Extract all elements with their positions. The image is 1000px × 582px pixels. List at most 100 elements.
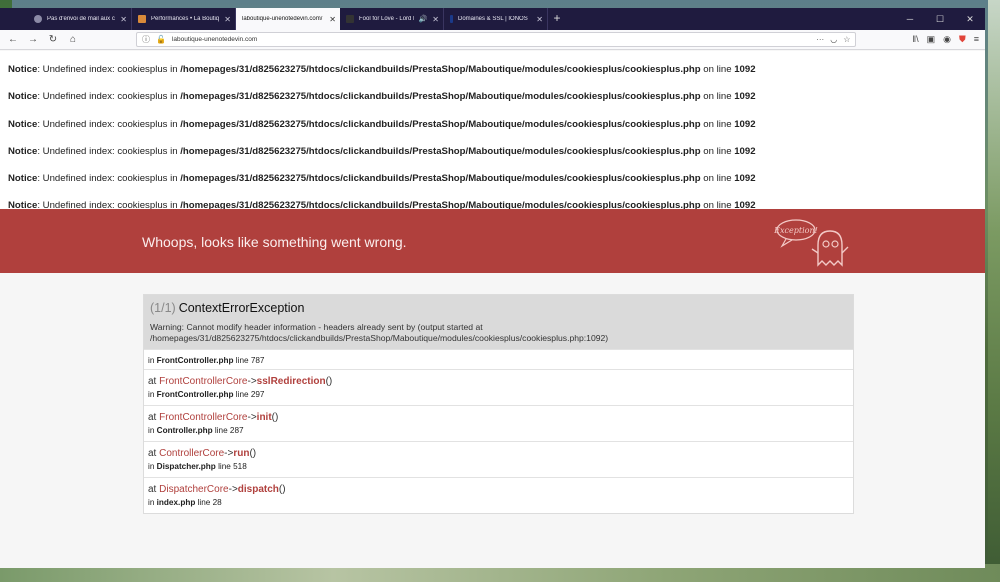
notice-message: : Undefined index: cookiesplus in bbox=[37, 173, 181, 185]
exception-card: (1/1) ContextErrorException Warning: Cann… bbox=[143, 294, 854, 514]
page-actions-icon[interactable]: ··· bbox=[816, 35, 824, 44]
account-icon[interactable]: ◉ bbox=[943, 34, 951, 45]
toolbar-right: ‖\ ▣ ◉ ⛊ ≡ bbox=[912, 34, 979, 45]
tab-close-icon[interactable]: ✕ bbox=[120, 15, 127, 24]
trace-at: at bbox=[148, 448, 160, 459]
exception-ghost-icon: Exception! bbox=[773, 219, 849, 267]
forward-icon[interactable]: → bbox=[26, 34, 40, 45]
notice-label: Notice bbox=[8, 64, 38, 75]
tab-title: Domaines & SSL | IONOS bbox=[458, 16, 528, 22]
trace-parens: () bbox=[278, 484, 286, 495]
trace-class: ControllerCore bbox=[159, 448, 225, 459]
trace-method: init bbox=[256, 412, 272, 423]
notice-on-line: on line bbox=[700, 64, 735, 75]
new-tab-button[interactable]: + bbox=[548, 8, 566, 30]
url-bar[interactable]: ⓘ 🔓 laboutique-unenotedevin.com ··· ◡ ☆ bbox=[136, 32, 857, 47]
trace-call: at DispatcherCore->dispatch() bbox=[148, 484, 849, 495]
php-notice: Notice: Undefined index: cookiesplus in … bbox=[0, 64, 985, 91]
trace-line: line 28 bbox=[195, 498, 222, 507]
trace-line: line 297 bbox=[233, 390, 265, 399]
trace-line: line 787 bbox=[233, 356, 265, 365]
tab-title: Pas d'envoi de mail aux clients bbox=[47, 16, 115, 22]
browser-window: Pas d'envoi de mail aux clients ✕ Perfor… bbox=[0, 8, 985, 568]
back-icon[interactable]: ← bbox=[6, 34, 20, 45]
trace-arrow: -> bbox=[228, 484, 238, 495]
tab-2-active[interactable]: laboutique-unenotedevin.com/ ✕ bbox=[236, 8, 340, 30]
sidebar-icon[interactable]: ▣ bbox=[927, 34, 936, 45]
trace-arrow: -> bbox=[247, 376, 257, 387]
php-notice: Notice: Undefined index: cookiesplus in … bbox=[0, 91, 985, 118]
speaker-icon[interactable]: 🔊 bbox=[419, 15, 428, 23]
trace-class: DispatcherCore bbox=[159, 484, 229, 495]
tab-close-icon[interactable]: ✕ bbox=[536, 15, 543, 24]
tab-close-icon[interactable]: ✕ bbox=[432, 15, 439, 24]
tab-strip-spacer bbox=[0, 8, 28, 30]
notice-label: Notice bbox=[8, 145, 38, 157]
trace-arrow: -> bbox=[224, 448, 234, 459]
reload-icon[interactable]: ↻ bbox=[46, 34, 60, 45]
trace-location: in FrontController.php line 297 bbox=[148, 390, 849, 399]
home-icon[interactable]: ⌂ bbox=[66, 34, 80, 45]
trace-frame: at DispatcherCore->dispatch() in index.p… bbox=[144, 477, 853, 513]
trace-method: sslRedirection bbox=[256, 376, 326, 387]
trace-file: FrontController.php bbox=[156, 390, 234, 399]
ublock-shield-icon[interactable]: ⛊ bbox=[959, 34, 966, 45]
error-banner: Whoops, looks like something went wrong.… bbox=[0, 209, 985, 273]
trace-call: at FrontControllerCore->sslRedirection() bbox=[148, 376, 849, 387]
trace-call: at ControllerCore->run() bbox=[148, 448, 849, 459]
notice-label: Notice bbox=[8, 91, 38, 103]
notice-message: : Undefined index: cookiesplus in bbox=[37, 64, 181, 75]
notice-message: : Undefined index: cookiesplus in bbox=[37, 118, 181, 130]
tab-4[interactable]: Domaines & SSL | IONOS ✕ bbox=[444, 8, 548, 30]
trace-in: in bbox=[148, 498, 157, 507]
tab-title: laboutique-unenotedevin.com/ bbox=[242, 16, 323, 22]
php-notice: Notice: Undefined index: cookiesplus in … bbox=[0, 119, 985, 146]
maximize-icon[interactable]: ☐ bbox=[925, 8, 955, 30]
tab-3[interactable]: Fool for Love - Lord Huron 🔊 ✕ bbox=[340, 8, 444, 30]
trace-parens: () bbox=[271, 412, 279, 423]
bookmark-star-icon[interactable]: ☆ bbox=[843, 35, 850, 44]
tab-0[interactable]: Pas d'envoi de mail aux clients ✕ bbox=[28, 8, 132, 30]
tab-favicon-icon bbox=[138, 15, 146, 23]
notice-path: /homepages/31/d825623275/htdocs/clickand… bbox=[180, 91, 701, 103]
url-text[interactable]: laboutique-unenotedevin.com bbox=[172, 36, 810, 43]
trace-location: in Controller.php line 287 bbox=[148, 426, 849, 435]
close-window-icon[interactable]: ✕ bbox=[955, 8, 985, 30]
mascot-label: Exception! bbox=[773, 226, 818, 235]
tab-title: Performances • La Boutique Un bbox=[151, 16, 220, 22]
trace-file: FrontController.php bbox=[156, 356, 234, 365]
notice-message: : Undefined index: cookiesplus in bbox=[37, 145, 181, 157]
library-icon[interactable]: ‖\ bbox=[912, 34, 918, 45]
insecure-lock-icon[interactable]: 🔓 bbox=[156, 35, 166, 44]
notice-line: 1092 bbox=[734, 64, 756, 75]
menu-icon[interactable]: ≡ bbox=[974, 34, 979, 45]
window-controls: ─ ☐ ✕ bbox=[895, 8, 985, 30]
trace-arrow: -> bbox=[247, 412, 257, 423]
notice-on-line: on line bbox=[700, 173, 735, 185]
exception-header: (1/1) ContextErrorException Warning: Cann… bbox=[144, 295, 853, 349]
trace-method: run bbox=[233, 448, 250, 459]
trace-location: in Dispatcher.php line 518 bbox=[148, 462, 849, 471]
notice-message: : Undefined index: cookiesplus in bbox=[37, 91, 181, 103]
trace-call: at FrontControllerCore->init() bbox=[148, 412, 849, 423]
tab-close-icon[interactable]: ✕ bbox=[224, 15, 231, 24]
trace-class: FrontControllerCore bbox=[159, 412, 248, 423]
trace-in: in bbox=[148, 426, 157, 435]
trace-at: at bbox=[148, 376, 160, 387]
tab-close-icon[interactable]: ✕ bbox=[329, 15, 336, 24]
trace-parens: () bbox=[325, 376, 333, 387]
notice-on-line: on line bbox=[700, 145, 735, 157]
pocket-icon[interactable]: ◡ bbox=[830, 35, 837, 44]
notice-line: 1092 bbox=[734, 118, 756, 130]
minimize-icon[interactable]: ─ bbox=[895, 8, 925, 30]
notice-line: 1092 bbox=[734, 145, 756, 157]
exception-name: ContextErrorException bbox=[178, 301, 305, 315]
tab-1[interactable]: Performances • La Boutique Un ✕ bbox=[132, 8, 236, 30]
trace-file: index.php bbox=[156, 498, 196, 507]
notice-line: 1092 bbox=[734, 173, 756, 185]
trace-parens: () bbox=[249, 448, 257, 459]
notice-path: /homepages/31/d825623275/htdocs/clickand… bbox=[180, 145, 701, 157]
info-icon[interactable]: ⓘ bbox=[142, 34, 150, 45]
notice-path: /homepages/31/d825623275/htdocs/clickand… bbox=[180, 64, 701, 75]
php-notice: Notice: Undefined index: cookiesplus in … bbox=[0, 146, 985, 173]
